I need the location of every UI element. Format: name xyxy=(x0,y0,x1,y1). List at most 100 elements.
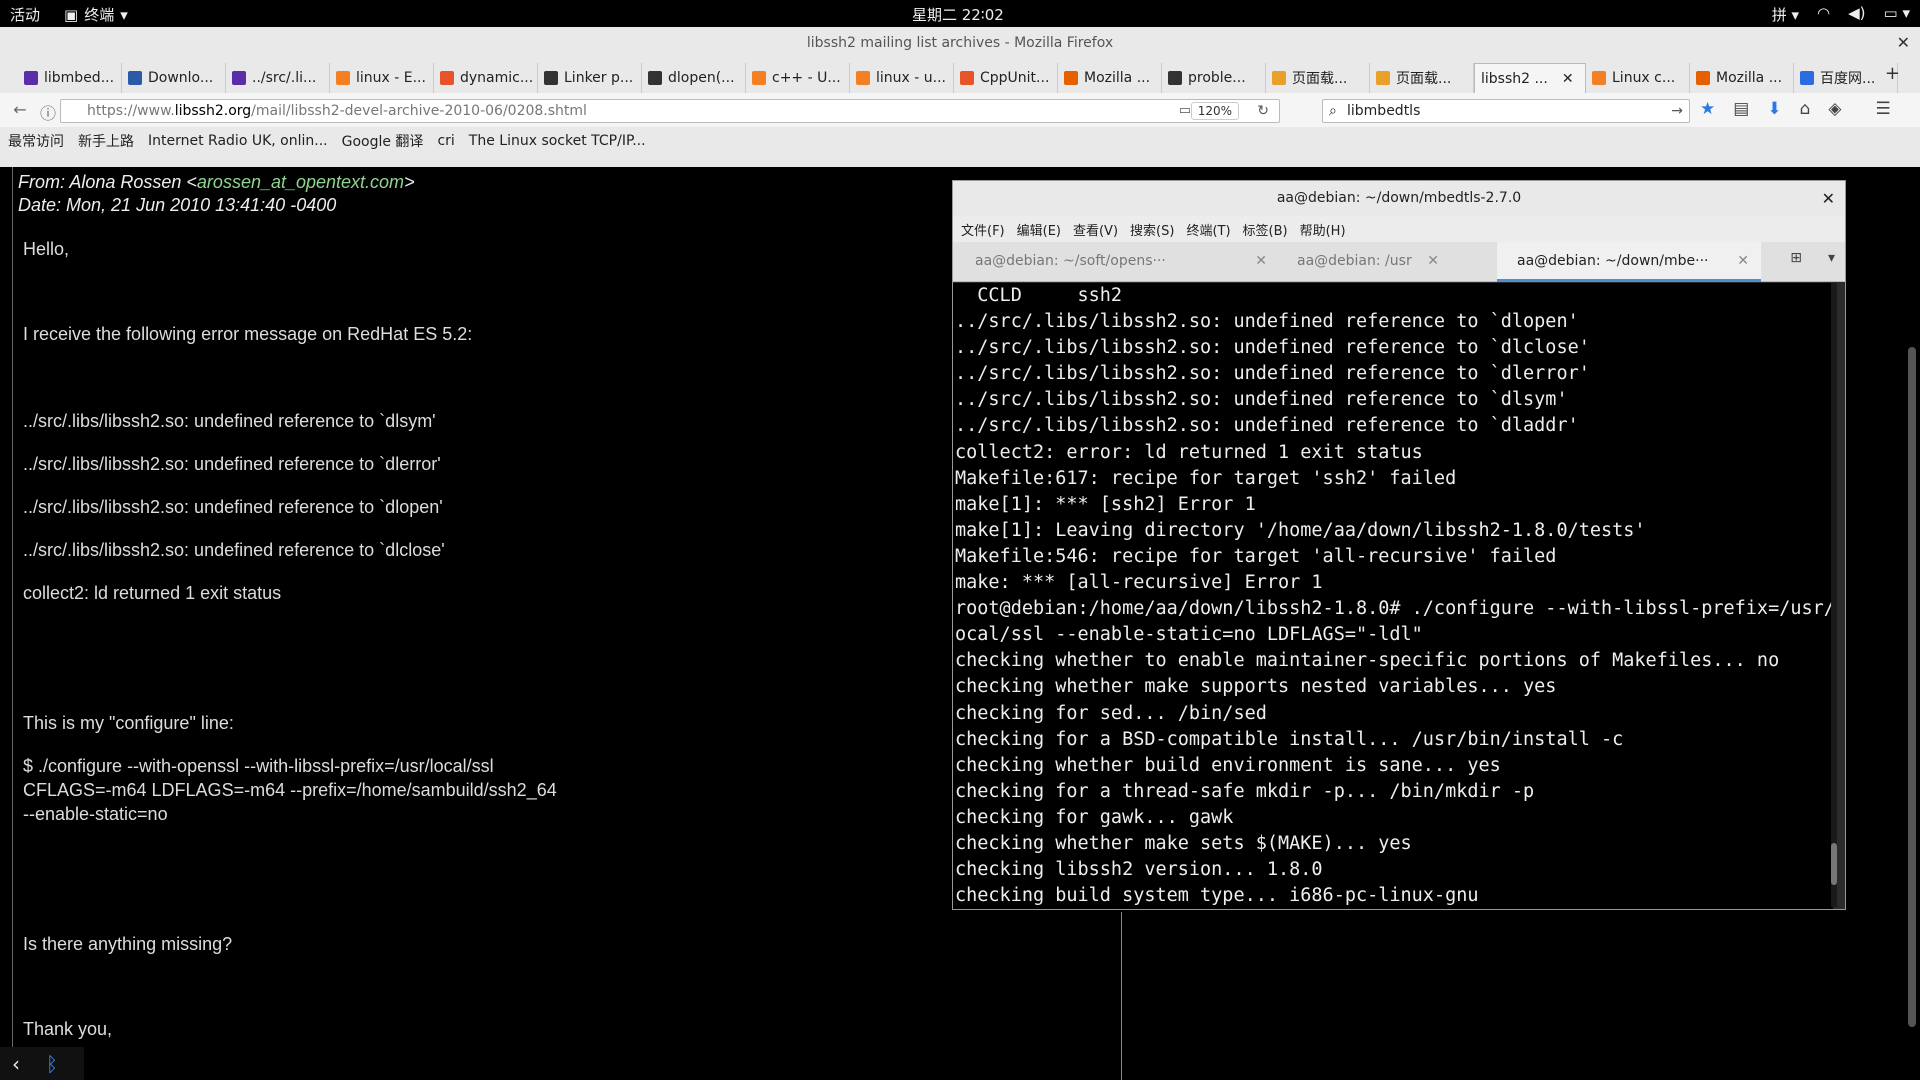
terminal-line: ../src/.libs/libssh2.so: undefined refer… xyxy=(955,311,1579,333)
bookmark-item[interactable]: 最常访问 xyxy=(8,131,64,151)
browser-tab[interactable]: proble... xyxy=(1162,63,1266,93)
favicon-icon xyxy=(752,71,766,85)
browser-tab[interactable]: CppUnit... xyxy=(954,63,1058,93)
browser-tab[interactable]: c++ - U... xyxy=(746,63,850,93)
favicon-icon xyxy=(544,71,558,85)
arrow-right-icon[interactable]: → xyxy=(1671,100,1683,122)
terminal-line: Makefile:546: recipe for target 'all-rec… xyxy=(955,545,1557,567)
terminal-tab-2[interactable]: aa@debian: /usr ✕ xyxy=(1275,242,1451,282)
browser-tab[interactable]: dynamic... xyxy=(434,63,538,93)
terminal-line: checking for sed... /bin/sed xyxy=(955,702,1267,724)
close-tab-icon[interactable]: ✕ xyxy=(1562,71,1574,87)
search-icon: ⌕ xyxy=(1329,103,1337,119)
browser-tab[interactable]: Linux c... xyxy=(1586,63,1690,93)
favicon-icon xyxy=(232,71,246,85)
favicon-icon xyxy=(1592,71,1606,85)
reader-view-icon[interactable]: ▭ xyxy=(1179,100,1191,122)
close-icon[interactable]: ✕ xyxy=(1737,242,1749,280)
download-icon[interactable]: ⬇ xyxy=(1767,99,1781,119)
terminal-line: checking whether make supports nested va… xyxy=(955,676,1557,698)
info-icon[interactable]: ⓘ xyxy=(36,100,60,124)
bookmark-item[interactable]: 新手上路 xyxy=(78,131,134,151)
url-bar[interactable]: https://www.libssh2.org/mail/libssh2-dev… xyxy=(60,99,1280,123)
browser-tab[interactable]: 百度网... xyxy=(1794,63,1898,93)
browser-tab[interactable]: linux - u... xyxy=(850,63,954,93)
favicon-icon xyxy=(24,71,38,85)
browser-tab[interactable]: ../src/.li... xyxy=(226,63,330,93)
system-status-area[interactable]: 拼 ▾ ◠ ◀) ▭ ▾ xyxy=(1772,4,1910,25)
wifi-icon: ◠ xyxy=(1817,4,1831,22)
reload-icon[interactable]: ↻ xyxy=(1257,100,1269,122)
bookmarks-library-icon[interactable]: ▤ xyxy=(1733,99,1749,119)
chevron-left-icon[interactable]: ‹ xyxy=(12,1052,20,1076)
bookmark-item[interactable]: The Linux socket TCP/IP... xyxy=(469,133,646,149)
page-scrollbar[interactable] xyxy=(1908,347,1916,1027)
browser-tab[interactable]: dlopen(... xyxy=(642,63,746,93)
terminal-menu-item[interactable]: 编辑(E) xyxy=(1017,220,1061,239)
activities-button[interactable]: 活动 xyxy=(10,4,40,25)
home-icon[interactable]: ⌂ xyxy=(1800,99,1811,119)
close-icon[interactable]: ✕ xyxy=(1822,181,1835,216)
terminal-line: checking libssh2 version... 1.8.0 xyxy=(955,859,1323,881)
battery-icon: ▭ ▾ xyxy=(1883,4,1910,22)
favicon-icon xyxy=(1272,71,1286,85)
zoom-level-button[interactable]: 120% xyxy=(1190,102,1239,120)
browser-tab[interactable]: Downlo... xyxy=(122,63,226,93)
terminal-output[interactable]: CCLD ssh2 ../src/.libs/libssh2.so: undefi… xyxy=(953,283,1833,909)
terminal-tab-1[interactable]: aa@debian: ~/soft/opens··· ✕ xyxy=(953,242,1279,282)
terminal-line: ocal/ssl --enable-static=no LDFLAGS="-ld… xyxy=(955,624,1423,646)
bookmark-item[interactable]: Google 翻译 xyxy=(342,131,424,151)
from-email-link[interactable]: arossen_at_opentext.com xyxy=(197,172,404,192)
hamburger-menu-icon[interactable]: ☰ xyxy=(1875,99,1890,119)
terminal-menu-item[interactable]: 文件(F) xyxy=(961,220,1005,239)
bookmark-item[interactable]: cri xyxy=(437,133,454,149)
back-arrow-icon[interactable]: ← xyxy=(8,100,32,119)
terminal-menu-item[interactable]: 帮助(H) xyxy=(1300,220,1346,239)
new-tab-button[interactable]: + xyxy=(1885,63,1900,84)
browser-tab[interactable]: libssh2 ... ✕ xyxy=(1474,63,1586,93)
browser-tab[interactable]: libmbed... xyxy=(18,63,122,93)
terminal-line: checking build system type... i686-pc-li… xyxy=(955,885,1479,907)
browser-tab[interactable]: 页面载... xyxy=(1370,63,1474,93)
window-titlebar: libssh2 mailing list archives - Mozilla … xyxy=(0,27,1920,59)
mail-date: Date: Mon, 21 Jun 2010 13:41:40 -0400 xyxy=(18,195,337,215)
navigation-toolbar: ← ⓘ https://www.libssh2.org/mail/libssh2… xyxy=(0,93,1920,127)
close-icon[interactable]: ✕ xyxy=(1897,27,1910,59)
new-tab-icon[interactable]: ⊞ xyxy=(1790,250,1802,266)
close-icon[interactable]: ✕ xyxy=(1255,242,1267,280)
browser-tab[interactable]: Mozilla ... xyxy=(1058,63,1162,93)
terminal-line: CCLD ssh2 xyxy=(955,285,1123,306)
terminal-scrollbar[interactable] xyxy=(1831,283,1837,907)
search-bar[interactable]: ⌕ libmbedtls → xyxy=(1322,99,1690,123)
favicon-icon xyxy=(440,71,454,85)
app-menu-button[interactable]: ▣ 终端 ▾ xyxy=(64,4,128,25)
bluetooth-icon[interactable]: ᛒ xyxy=(46,1052,58,1076)
chevron-down-icon[interactable]: ▾ xyxy=(1828,250,1835,266)
mail-configure-line-1: $ ./configure --with-openssl --with-libs… xyxy=(23,756,494,776)
bookmarks-toolbar: 最常访问 新手上路 Internet Radio UK, onlin... Googl… xyxy=(8,129,646,153)
terminal-line: checking whether make sets $(MAKE)... ye… xyxy=(955,832,1412,854)
terminal-menu-item[interactable]: 查看(V) xyxy=(1073,220,1118,239)
pocket-icon[interactable]: ◈ xyxy=(1828,99,1841,119)
input-method-indicator[interactable]: 拼 ▾ xyxy=(1772,4,1799,25)
terminal-menu-item[interactable]: 标签(B) xyxy=(1243,220,1288,239)
browser-tab[interactable]: 页面载... xyxy=(1266,63,1370,93)
browser-tab[interactable]: Linker p... xyxy=(538,63,642,93)
browser-tab[interactable]: Mozilla ... xyxy=(1690,63,1794,93)
mail-error-5: collect2: ld returned 1 exit status xyxy=(23,583,282,603)
bookmark-star-icon[interactable]: ★ xyxy=(1700,99,1715,119)
gnome-top-bar: 活动 ▣ 终端 ▾ 星期二 22∶02 拼 ▾ ◠ ◀) ▭ ▾ xyxy=(0,0,1920,27)
clock[interactable]: 星期二 22∶02 xyxy=(912,4,1004,25)
terminal-tab-active[interactable]: aa@debian: ~/down/mbe··· ✕ xyxy=(1497,242,1761,282)
terminal-line: checking for a thread-safe mkdir -p... /… xyxy=(955,780,1535,802)
terminal-line: make: *** [all-recursive] Error 1 xyxy=(955,572,1323,594)
browser-tab[interactable]: linux - E... xyxy=(330,63,434,93)
chevron-down-icon: ▾ xyxy=(120,5,128,24)
mail-thanks: Thank you, xyxy=(23,1019,113,1039)
terminal-menu-item[interactable]: 搜索(S) xyxy=(1130,220,1174,239)
terminal-line: checking whether build environment is sa… xyxy=(955,754,1501,776)
terminal-tab-strip: aa@debian: ~/soft/opens··· ✕ aa@debian: /… xyxy=(953,242,1845,282)
terminal-menu-item[interactable]: 终端(T) xyxy=(1186,220,1230,239)
terminal-icon: ▣ xyxy=(64,5,79,24)
bookmark-item[interactable]: Internet Radio UK, onlin... xyxy=(148,133,328,149)
